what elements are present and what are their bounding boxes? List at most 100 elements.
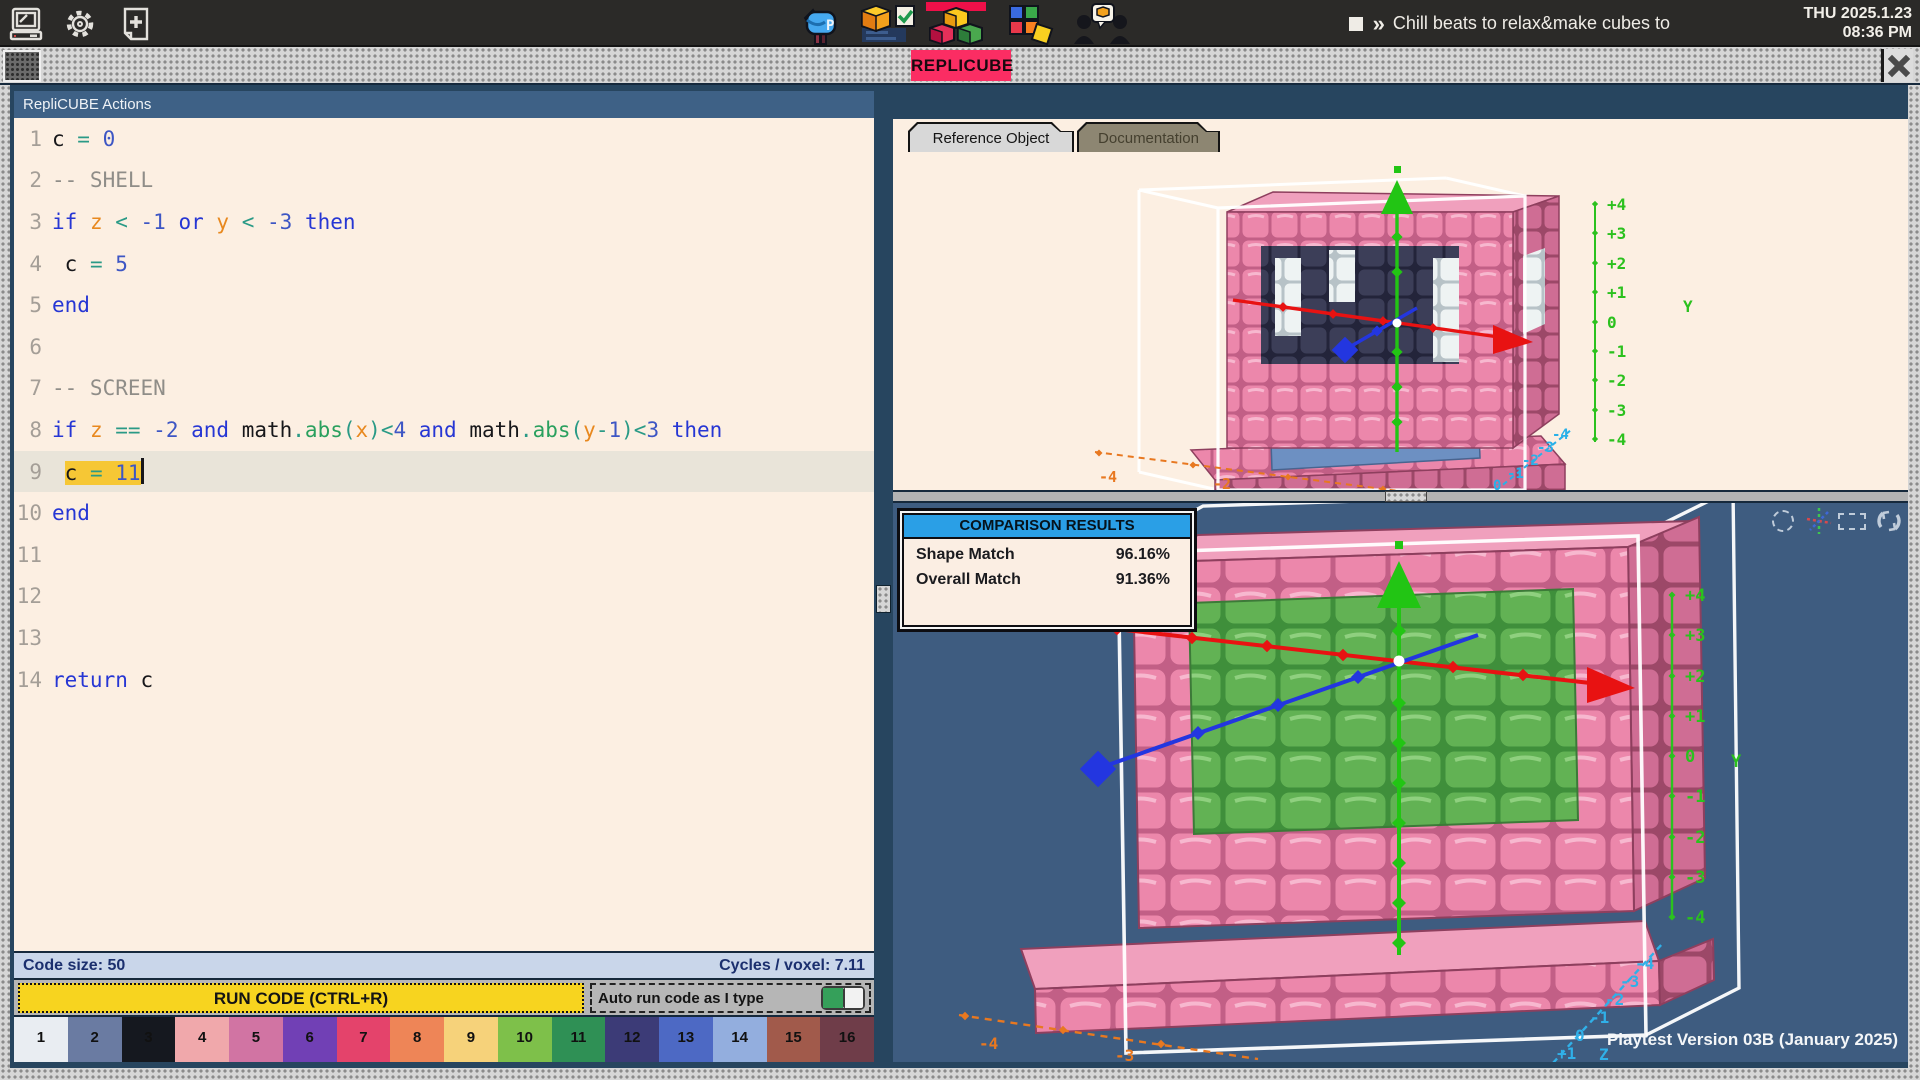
run-code-button[interactable]: RUN CODE (CTRL+R) bbox=[18, 983, 584, 1013]
palette-color-number: 15 bbox=[767, 1029, 821, 1046]
palette-color-9[interactable]: 9 bbox=[444, 1017, 498, 1062]
svg-text:Y: Y bbox=[1731, 752, 1742, 772]
svg-text:+3: +3 bbox=[1607, 224, 1626, 243]
palette-color-5[interactable]: 5 bbox=[229, 1017, 283, 1062]
palette-color-number: 3 bbox=[122, 1029, 176, 1046]
palette-color-13[interactable]: 13 bbox=[659, 1017, 713, 1062]
tab-reference-object[interactable]: Reference Object bbox=[908, 122, 1074, 152]
code-line[interactable]: 10end bbox=[14, 492, 874, 534]
cube-screen-green bbox=[1189, 589, 1578, 834]
axes-icon[interactable] bbox=[1804, 506, 1834, 541]
code-line[interactable]: 14return c bbox=[14, 659, 874, 701]
palette-color-12[interactable]: 12 bbox=[605, 1017, 659, 1062]
autorun-toggle[interactable] bbox=[821, 986, 865, 1010]
palette-color-8[interactable]: 8 bbox=[390, 1017, 444, 1062]
cube-check-icon[interactable] bbox=[858, 2, 920, 46]
reference-3d-view[interactable]: +4 +3 +2 +1 0 -1 -2 -3 -4 Y 0 -1 -2 -3 -… bbox=[893, 152, 1908, 490]
palette-color-2[interactable]: 2 bbox=[68, 1017, 122, 1062]
window-bottom-border bbox=[0, 1068, 1920, 1080]
replicube-icon[interactable] bbox=[924, 2, 988, 46]
palette-color-14[interactable]: 14 bbox=[713, 1017, 767, 1062]
code-editor[interactable]: 1c = 02-- SHELL3if z < -1 or y < -3 then… bbox=[14, 118, 874, 951]
overall-match-label: Overall Match bbox=[916, 571, 1021, 589]
palette-color-11[interactable]: 11 bbox=[552, 1017, 606, 1062]
svg-text:P: P bbox=[826, 18, 834, 34]
palette-color-number: 6 bbox=[283, 1029, 337, 1046]
gear-icon[interactable] bbox=[62, 6, 98, 42]
svg-text:-1: -1 bbox=[1685, 787, 1705, 807]
code-line[interactable]: 11 bbox=[14, 534, 874, 576]
code-line[interactable]: 13 bbox=[14, 617, 874, 659]
line-number: 2 bbox=[14, 168, 52, 192]
line-number: 3 bbox=[14, 210, 52, 234]
line-number: 6 bbox=[14, 335, 52, 359]
code-line[interactable]: 8if z == -2 and math.abs(x)<4 and math.a… bbox=[14, 409, 874, 451]
window-scrollbar-right[interactable] bbox=[1908, 85, 1920, 1080]
window-menu-button[interactable] bbox=[3, 50, 41, 82]
color-palette: 12345678910111213141516 bbox=[14, 1015, 874, 1062]
svg-text:-2: -2 bbox=[1685, 828, 1705, 848]
palette-color-number: 5 bbox=[229, 1029, 283, 1046]
svg-text:-3: -3 bbox=[1685, 868, 1705, 888]
palette-color-6[interactable]: 6 bbox=[283, 1017, 337, 1062]
svg-text:+1: +1 bbox=[1607, 283, 1626, 302]
svg-text:-1: -1 bbox=[1590, 1008, 1609, 1027]
palette-color-16[interactable]: 16 bbox=[820, 1017, 874, 1062]
floor-side bbox=[1659, 939, 1714, 1005]
svg-text:0: 0 bbox=[1493, 478, 1501, 490]
taskbar: P bbox=[0, 0, 1920, 47]
code-line[interactable]: 6 bbox=[14, 326, 874, 368]
svg-text:-4: -4 bbox=[979, 1034, 998, 1053]
palette-color-3[interactable]: 3 bbox=[122, 1017, 176, 1062]
replicube-game-screen: P bbox=[0, 0, 1920, 1080]
chevrons-icon: » bbox=[1373, 11, 1383, 37]
code-line[interactable]: 3if z < -1 or y < -3 then bbox=[14, 201, 874, 243]
code-line[interactable]: 5end bbox=[14, 284, 874, 326]
stop-square-icon[interactable] bbox=[1349, 17, 1363, 31]
svg-text:-2: -2 bbox=[1607, 371, 1626, 390]
close-button[interactable] bbox=[1881, 49, 1913, 82]
box-select-icon[interactable] bbox=[1838, 513, 1866, 530]
palette-color-10[interactable]: 10 bbox=[498, 1017, 552, 1062]
palette-color-number: 13 bbox=[659, 1029, 713, 1046]
code-line[interactable]: 7-- SCREEN bbox=[14, 368, 874, 410]
svg-text:-2: -2 bbox=[1213, 475, 1231, 490]
comparison-results-box: COMPARISON RESULTS Shape Match 96.16% Ov… bbox=[897, 508, 1197, 632]
line-number: 7 bbox=[14, 376, 52, 400]
autorun-label: Auto run code as I type bbox=[598, 990, 764, 1007]
code-line[interactable]: 1c = 0 bbox=[14, 118, 874, 160]
code-line[interactable]: 9 c = 11 bbox=[14, 451, 874, 493]
code-panel-header: RepliCUBE Actions bbox=[14, 91, 874, 118]
palette-color-4[interactable]: 4 bbox=[175, 1017, 229, 1062]
close-icon bbox=[1887, 54, 1911, 78]
palette-color-number: 7 bbox=[337, 1029, 391, 1046]
ref-screen-pixels bbox=[1433, 258, 1459, 362]
line-number: 13 bbox=[14, 626, 52, 650]
chat-cube-icon[interactable] bbox=[1072, 2, 1132, 46]
tab-documentation[interactable]: Documentation bbox=[1077, 122, 1220, 152]
line-number: 9 bbox=[14, 460, 52, 484]
version-text: Playtest Version 03B (January 2025) bbox=[1540, 1030, 1898, 1050]
new-file-icon[interactable] bbox=[118, 6, 154, 42]
palette-color-7[interactable]: 7 bbox=[337, 1017, 391, 1062]
palette-color-1[interactable]: 1 bbox=[14, 1017, 68, 1062]
mailbox-icon[interactable]: P bbox=[797, 2, 841, 46]
cycles-label: Cycles / voxel: 7.11 bbox=[719, 957, 865, 975]
date-text: THU 2025.1.23 bbox=[1803, 4, 1912, 23]
code-line[interactable]: 2-- SHELL bbox=[14, 160, 874, 202]
color-grid-icon[interactable] bbox=[1006, 2, 1060, 46]
code-line[interactable]: 4 c = 5 bbox=[14, 243, 874, 285]
horizontal-divider-grip[interactable] bbox=[1385, 491, 1427, 502]
vertical-divider-grip[interactable] bbox=[876, 585, 891, 613]
code-line[interactable]: 12 bbox=[14, 576, 874, 618]
palette-color-number: 1 bbox=[14, 1029, 68, 1046]
computer-icon[interactable] bbox=[8, 6, 44, 42]
palette-color-number: 16 bbox=[820, 1029, 874, 1046]
line-number: 12 bbox=[14, 584, 52, 608]
circle-select-icon[interactable] bbox=[1772, 510, 1794, 532]
rotate-view-icon[interactable] bbox=[1874, 506, 1904, 541]
editor-status-bar: Code size: 50 Cycles / voxel: 7.11 bbox=[14, 951, 874, 978]
line-number: 14 bbox=[14, 668, 52, 692]
palette-color-15[interactable]: 15 bbox=[767, 1017, 821, 1062]
right-tabs-strip: Reference Object Documentation bbox=[893, 119, 1908, 152]
